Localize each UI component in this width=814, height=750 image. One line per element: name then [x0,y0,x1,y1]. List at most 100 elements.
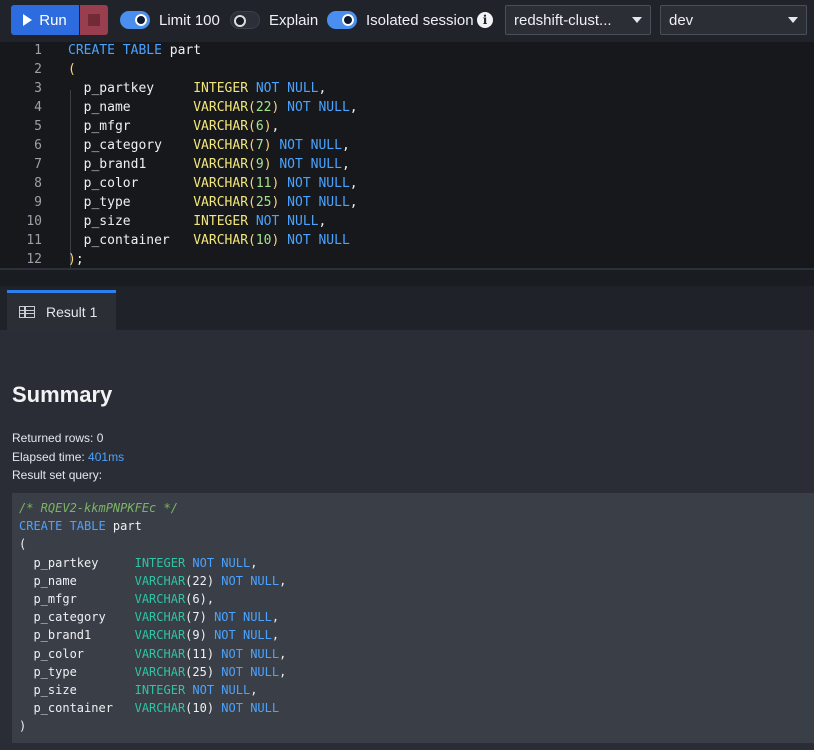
code-line[interactable]: 5 p_mfgr VARCHAR(6), [0,117,814,136]
code-token: part [169,43,202,58]
query-token: p_mfgr [19,592,135,606]
code-line[interactable]: 6 p_category VARCHAR(7) NOT NULL, [0,136,814,155]
query-token: NOT NULL [192,683,251,697]
summary-title: Summary [12,382,113,407]
query-token: VARCHAR [134,610,186,625]
query-toolbar: Run Limit 100 Explain Isolated session i… [0,0,814,42]
code-line[interactable]: 1 CREATE TABLE part [0,42,814,60]
code-token: p_type [68,195,194,210]
line-number: 7 [34,157,42,172]
code-line[interactable]: 10 p_size INTEGER NOT NULL, [0,212,814,231]
code-token: ) [263,138,272,153]
explain-label: Explain [269,12,319,29]
pane-splitter[interactable] [0,270,814,286]
code-text: p_name VARCHAR(22) NOT NULL, [68,98,358,117]
code-token: INTEGER [193,214,256,229]
query-line: p_brand1 VARCHAR(9) NOT NULL, [19,626,279,644]
code-token: ; [75,252,84,267]
query-line: ( [19,535,26,553]
code-token: CREATE TABLE [68,43,170,58]
code-token: VARCHAR [193,100,249,115]
query-token: (7) [185,610,215,625]
query-line: p_type VARCHAR(25) NOT NULL, [19,663,286,681]
result-panel: Summary Returned rows: 0 Elapsed time: 4… [0,330,814,750]
code-line[interactable]: 12); [0,250,814,269]
code-token: NOT NULL [279,100,350,115]
code-token: ) [263,119,272,134]
code-token: 7 [255,138,264,153]
query-token: VARCHAR [134,646,186,661]
query-token: NOT NULL [221,701,280,716]
query-token: , [279,573,287,588]
tab-label: Result 1 [46,303,98,320]
query-token: (6), [185,592,215,606]
code-token: 6 [255,119,264,134]
isolated-session-label: Isolated session [366,12,474,29]
line-number: 5 [34,119,42,134]
query-token: CREATE TABLE [19,519,113,534]
query-line: p_category VARCHAR(7) NOT NULL, [19,608,279,626]
code-token: INTEGER [193,81,256,96]
line-number: 6 [34,138,42,153]
limit-label: Limit 100 [159,12,220,29]
query-token: p_name [19,573,135,588]
code-line[interactable]: 8 p_color VARCHAR(11) NOT NULL, [0,174,814,193]
query-token: , [250,683,258,697]
play-icon [23,14,33,26]
code-token: p_size [68,214,194,229]
query-line: CREATE TABLE part [19,517,142,535]
limit-toggle[interactable] [120,11,150,29]
code-token: ( [248,195,256,210]
isolated-session-toggle[interactable] [327,11,357,29]
line-number: 8 [34,176,42,191]
result-set-query-label: Result set query: [12,468,103,482]
query-token: , [279,646,287,661]
code-line[interactable]: 3 p_partkey INTEGER NOT NULL, [0,79,814,98]
sql-editor[interactable]: 1 CREATE TABLE part 2(3 p_partkey INTEGER … [0,42,814,269]
code-line[interactable]: 9 p_type VARCHAR(25) NOT NULL, [0,193,814,212]
query-token: ) [19,719,27,734]
code-text: p_partkey INTEGER NOT NULL, [68,79,327,98]
result-tab-bar: Result 1 [0,286,814,330]
code-line[interactable]: 11 p_container VARCHAR(10) NOT NULL [0,231,814,250]
query-token: NOT NULL [221,646,280,661]
query-token: NOT NULL [214,628,272,643]
code-token: VARCHAR [193,233,249,248]
query-token: p_type [19,664,135,679]
code-text: p_container VARCHAR(10) NOT NULL [68,231,350,250]
explain-toggle[interactable] [230,11,260,29]
code-line[interactable]: 2( [0,60,814,79]
info-icon[interactable]: i [477,12,493,28]
query-token: NOT NULL [192,555,251,570]
line-number: 11 [26,233,42,248]
run-button[interactable]: Run [11,5,79,35]
chevron-down-icon [788,17,798,23]
code-token: , [349,195,358,210]
code-text: p_mfgr VARCHAR(6), [68,117,280,136]
stop-button[interactable] [80,5,108,35]
query-line: p_partkey INTEGER NOT NULL, [19,554,257,572]
code-line[interactable]: 7 p_brand1 VARCHAR(9) NOT NULL, [0,155,814,174]
code-text: p_type VARCHAR(25) NOT NULL, [68,193,358,212]
code-token: p_color [68,176,194,191]
query-line: p_color VARCHAR(11) NOT NULL, [19,645,286,663]
query-token: (11) [185,646,222,661]
tab-result-1[interactable]: Result 1 [7,290,116,330]
code-token: ) [68,252,76,267]
elapsed-time-label: Elapsed time: [12,450,89,464]
result-set-query: /* RQEV2-kkmPNPKFEc */ CREATE TABLE part (… [12,493,814,743]
code-token: ) [263,157,272,172]
code-text: ); [68,250,84,269]
query-token: , [271,610,280,625]
table-icon [19,305,35,318]
code-token: p_category [68,138,194,153]
query-token: , [250,555,258,570]
code-line[interactable]: 4 p_name VARCHAR(22) NOT NULL, [0,98,814,117]
database-select[interactable]: dev [660,5,807,35]
code-token: 9 [255,157,264,172]
query-token: p_container [19,701,135,716]
code-token: NOT NULL [279,233,350,248]
cluster-select[interactable]: redshift-clust... [505,5,651,35]
code-token: , [349,176,358,191]
code-token: NOT NULL [271,157,342,172]
